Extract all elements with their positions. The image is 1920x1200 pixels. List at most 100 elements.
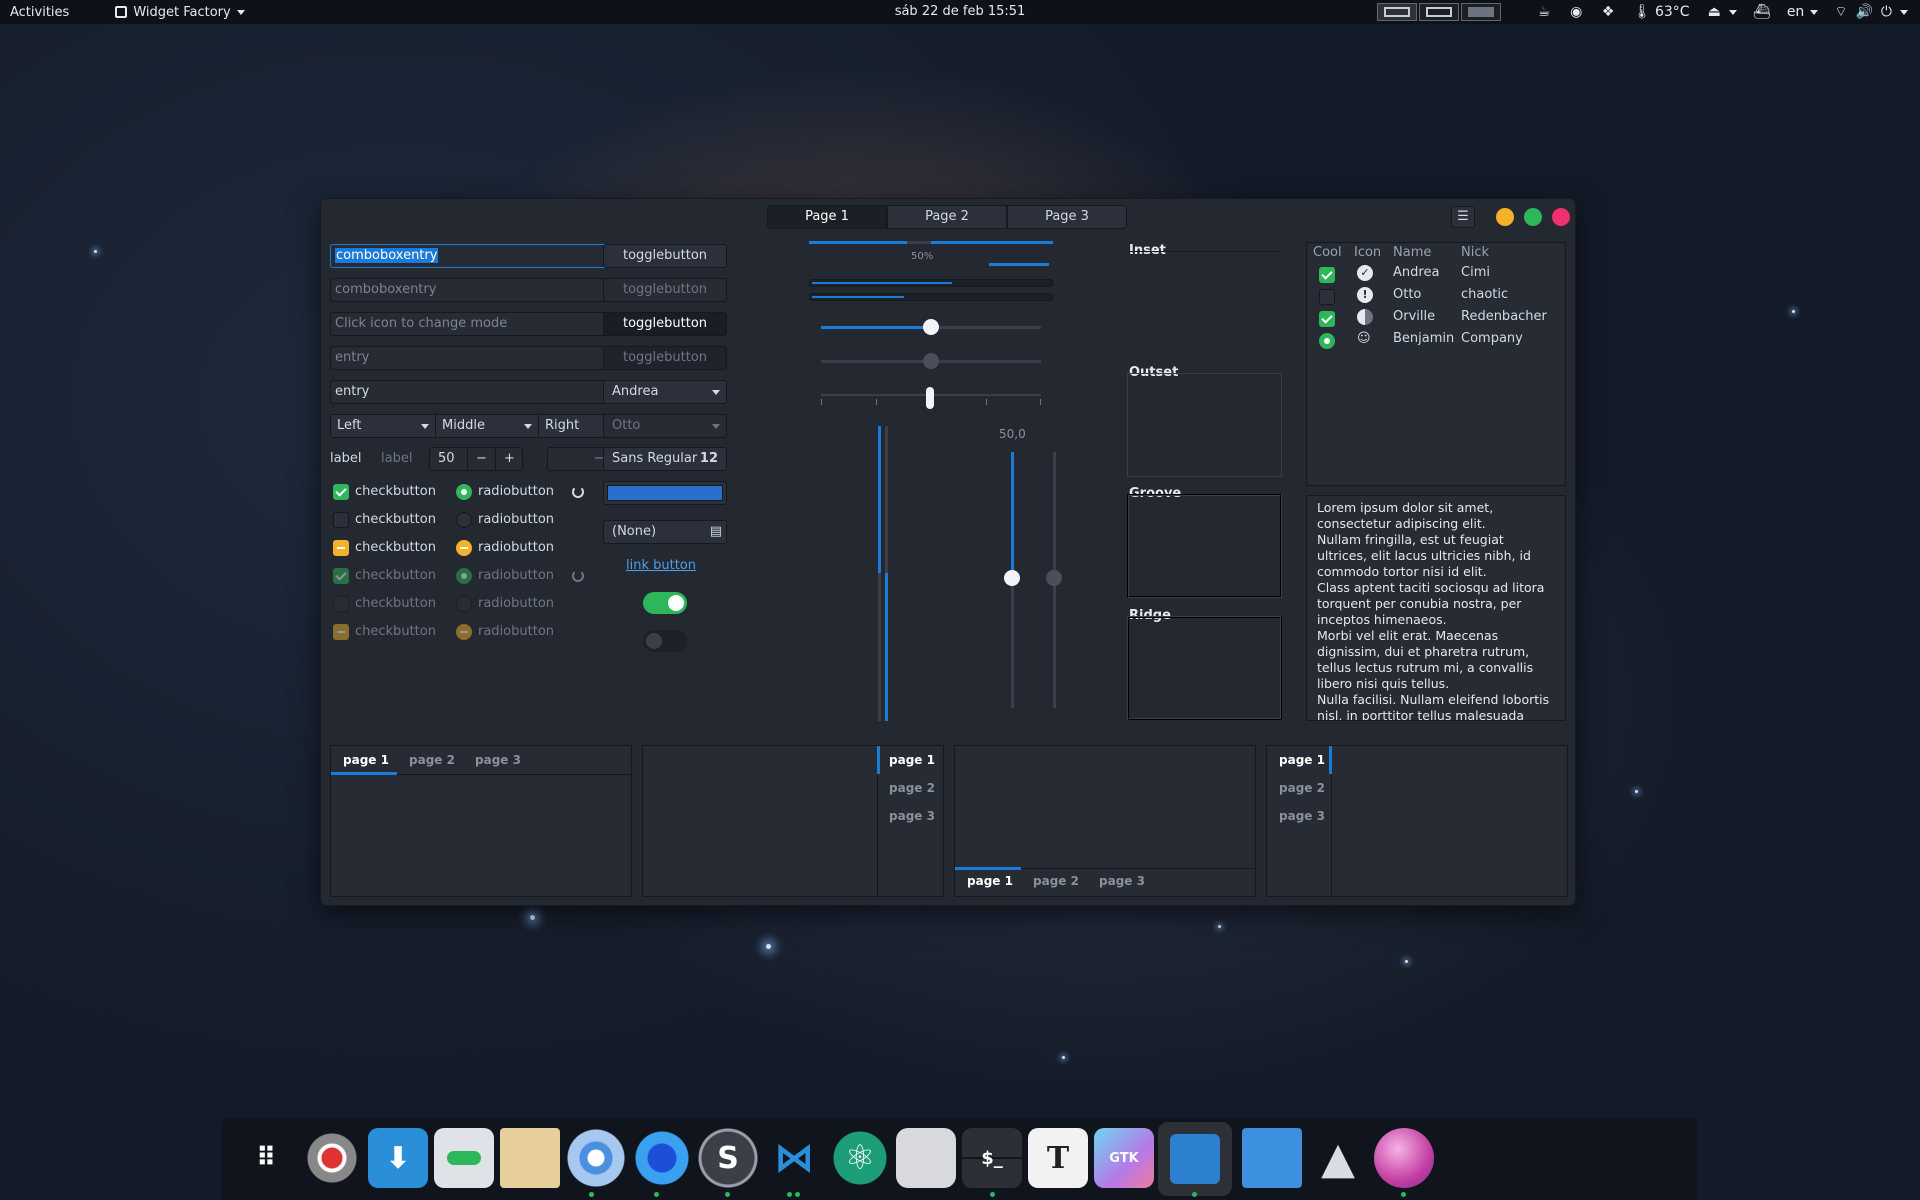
switch-on[interactable] <box>643 592 687 614</box>
radiobutton-mixed[interactable] <box>456 540 472 556</box>
virtual-machines-icon[interactable] <box>1242 1128 1302 1188</box>
row-nick[interactable]: Cimi <box>1461 265 1490 280</box>
row-name[interactable]: Benjamin <box>1393 331 1454 346</box>
cool-checkbox[interactable] <box>1319 267 1335 283</box>
notebook-tab-page-3[interactable]: page 3 <box>1279 809 1325 823</box>
inkscape-icon[interactable]: ▲ <box>1308 1128 1368 1188</box>
vscale-1-trough[interactable] <box>1011 578 1014 708</box>
vscode-icon[interactable]: ⋈ <box>764 1128 824 1188</box>
row-name[interactable]: Andrea <box>1393 265 1439 280</box>
gtk-inspector-icon[interactable]: GTK <box>1094 1128 1154 1188</box>
color-picker-icon[interactable] <box>1374 1128 1434 1188</box>
widget-factory-icon[interactable] <box>1158 1122 1232 1196</box>
combo-left[interactable]: Left <box>330 414 436 438</box>
cool-radio[interactable] <box>1319 333 1335 349</box>
tab-page-2[interactable]: Page 2 <box>887 205 1007 229</box>
chromium-icon[interactable] <box>566 1128 626 1188</box>
column-header-name[interactable]: Name <box>1393 245 1431 260</box>
notebook-tab-page-2[interactable]: page 2 <box>409 753 455 767</box>
notebook-tab-page-1[interactable]: page 1 <box>967 874 1013 888</box>
language-menu[interactable]: en <box>1779 4 1827 20</box>
column-header-nick[interactable]: Nick <box>1461 245 1489 260</box>
row-nick[interactable]: chaotic <box>1461 287 1508 302</box>
minus-icon[interactable]: − <box>467 448 495 470</box>
column-header-icon[interactable]: Icon <box>1354 245 1381 260</box>
plus-icon[interactable]: + <box>495 448 523 470</box>
checkbutton-checked[interactable] <box>333 484 349 500</box>
togglebutton-3-active[interactable]: togglebutton <box>603 312 727 336</box>
notebook-tab-page-1[interactable]: page 1 <box>343 753 389 767</box>
tab-page-1[interactable]: Page 1 <box>767 205 887 229</box>
cool-checkbox[interactable] <box>1319 311 1335 327</box>
activities-button[interactable]: Activities <box>0 0 79 24</box>
sublime-icon[interactable]: S <box>698 1128 758 1188</box>
cool-checkbox[interactable] <box>1319 289 1335 305</box>
gnome-builder-icon[interactable] <box>896 1128 956 1188</box>
combo-andrea[interactable]: Andrea <box>603 380 727 404</box>
app-grid-icon[interactable]: ⠿ <box>236 1128 296 1188</box>
notebook-tab-page-2[interactable]: page 2 <box>1033 874 1079 888</box>
temperature-indicator[interactable]: 🌡 63°C <box>1625 4 1697 20</box>
combo-middle[interactable]: Middle <box>435 414 539 438</box>
firefox-icon[interactable] <box>632 1128 692 1188</box>
file-chooser-button[interactable]: (None) ▤ <box>603 520 727 544</box>
tweaks-icon[interactable] <box>434 1128 494 1188</box>
combobox-entry-1[interactable]: comboboxentry <box>330 244 642 268</box>
system-menu[interactable]: ⌔ 🔊 ⏻ <box>1828 3 1914 21</box>
row-nick[interactable]: Redenbacher <box>1461 309 1547 324</box>
row-name[interactable]: Orville <box>1393 309 1435 324</box>
atom-icon[interactable]: ⚛ <box>830 1128 890 1188</box>
workspace-3[interactable] <box>1461 3 1502 21</box>
vscale-1-knob[interactable] <box>1004 570 1020 586</box>
document-icon: ▤ <box>709 524 722 539</box>
color-button[interactable] <box>603 481 727 505</box>
clock[interactable]: sáb 22 de feb 15:51 <box>895 0 1026 24</box>
notebook-tab-page-3[interactable]: page 3 <box>475 753 521 767</box>
caffeine-icon[interactable]: ◉ <box>1561 4 1591 20</box>
close-button[interactable] <box>1552 208 1570 226</box>
radiobutton-inactive[interactable] <box>456 512 472 528</box>
togglebutton-1[interactable]: togglebutton <box>603 244 727 268</box>
notebook-tab-page-2[interactable]: page 2 <box>1279 781 1325 795</box>
typora-icon[interactable]: T <box>1028 1128 1088 1188</box>
minimize-button[interactable] <box>1496 208 1514 226</box>
spin-button[interactable]: 50 − + <box>429 447 523 471</box>
notebook-tab-page-1[interactable]: page 1 <box>1279 753 1325 767</box>
column-header-cool[interactable]: Cool <box>1313 245 1342 260</box>
terminal-icon[interactable]: $_ <box>962 1128 1022 1188</box>
maximize-button[interactable] <box>1524 208 1542 226</box>
checkbutton-mixed[interactable] <box>333 540 349 556</box>
entry-field[interactable]: entry <box>330 346 642 370</box>
entry-with-clear[interactable]: entry ✕ <box>330 380 642 404</box>
font-button[interactable]: Sans Regular 12 <box>603 447 727 471</box>
hscale-3-knob[interactable] <box>926 387 934 409</box>
coffee-icon[interactable]: ☕ <box>1529 4 1559 20</box>
hscale-1-knob[interactable] <box>923 319 939 335</box>
docker-icon[interactable]: ⛴ <box>1747 4 1777 20</box>
tab-page-3[interactable]: Page 3 <box>1007 205 1127 229</box>
radiobutton-active[interactable] <box>456 484 472 500</box>
notebook-tab-page-3[interactable]: page 3 <box>1099 874 1145 888</box>
files-icon[interactable] <box>500 1128 560 1188</box>
checkbutton-label: checkbutton <box>355 624 436 639</box>
notebook-tab-page-3[interactable]: page 3 <box>889 809 935 823</box>
text-view[interactable]: Lorem ipsum dolor sit amet, consectetur … <box>1306 495 1566 721</box>
hamburger-menu-icon[interactable]: ☰ <box>1451 206 1475 228</box>
workspace-1[interactable] <box>1377 3 1418 21</box>
app-menu[interactable]: Widget Factory <box>105 0 254 24</box>
checkbutton-label: checkbutton <box>355 540 436 555</box>
downloader-icon[interactable]: ⬇ <box>368 1128 428 1188</box>
row-nick[interactable]: Company <box>1461 331 1523 346</box>
link-button[interactable]: link button <box>626 558 696 573</box>
dropbox-icon[interactable]: ❖ <box>1593 4 1623 20</box>
vscale-1-fill[interactable] <box>1011 452 1014 578</box>
notebook-tab-page-1[interactable]: page 1 <box>889 753 935 767</box>
workspace-2[interactable] <box>1419 3 1460 21</box>
checkbutton-mixed-disabled <box>333 624 349 640</box>
icon-entry[interactable]: Click icon to change mode ↻ <box>330 312 642 336</box>
checkbutton-unchecked[interactable] <box>333 512 349 528</box>
settings-icon[interactable] <box>302 1128 362 1188</box>
row-name[interactable]: Otto <box>1393 287 1421 302</box>
eject-menu[interactable]: ⏏ <box>1700 4 1745 20</box>
notebook-tab-page-2[interactable]: page 2 <box>889 781 935 795</box>
